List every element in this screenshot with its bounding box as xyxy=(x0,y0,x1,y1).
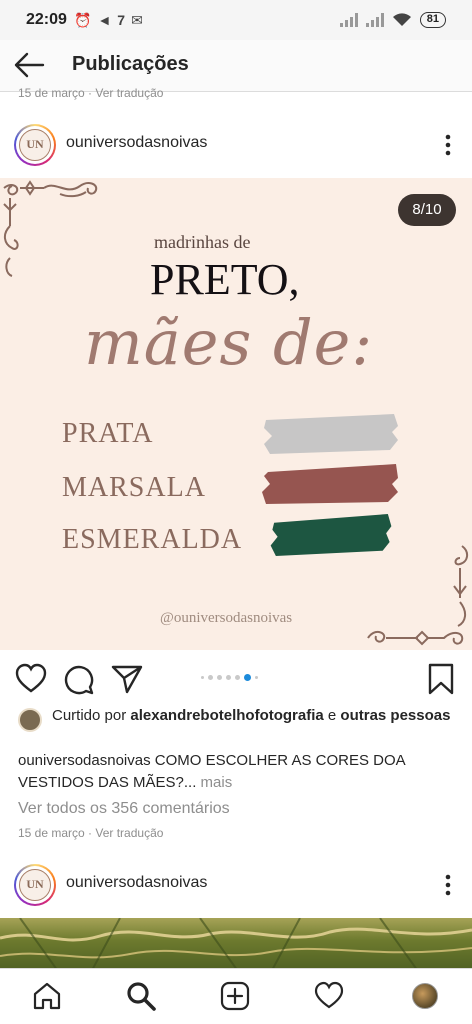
likes-text[interactable]: Curtido por alexandrebotelhofotografia e… xyxy=(52,706,452,726)
post-date: 15 de março · Ver tradução xyxy=(18,826,164,840)
new-post-icon[interactable] xyxy=(220,981,250,1011)
comment-icon[interactable] xyxy=(62,662,96,696)
image-text-line3: mães de: xyxy=(84,306,374,379)
post-header: UN ouniversodasnoivas xyxy=(0,116,472,176)
app-header: Publicações xyxy=(0,40,472,92)
more-options-icon[interactable] xyxy=(442,132,454,158)
swatch-marsala xyxy=(262,464,398,504)
previous-post-date: 15 de março · Ver tradução xyxy=(18,86,164,100)
search-icon[interactable] xyxy=(126,981,156,1011)
status-notification-icons: ⏰ ◄ 7 ✉ xyxy=(74,11,143,29)
image-text-line2: PRETO, xyxy=(150,255,300,304)
image-text-line1: madrinhas de xyxy=(154,232,251,252)
more-options-icon[interactable] xyxy=(442,872,454,898)
like-heart-icon[interactable] xyxy=(14,662,48,696)
carousel-dot xyxy=(235,675,240,680)
avatar[interactable]: UN xyxy=(14,864,56,906)
bottom-nav xyxy=(0,968,472,1024)
next-post-image[interactable] xyxy=(0,918,472,974)
gmail-icon: ✉ xyxy=(131,12,143,28)
color-label-esmeralda: ESMERALDA xyxy=(62,524,243,555)
post-image[interactable]: 8/10 madrinhas de PRETO, mães de: PRATA … xyxy=(0,178,472,650)
next-post-header: UN ouniversodasnoivas xyxy=(0,856,472,916)
seven-icon: 7 xyxy=(117,12,126,28)
signal-icon xyxy=(339,13,358,27)
post-caption: ouniversodasnoivas COMO ESCOLHER AS CORE… xyxy=(18,750,458,794)
signal-icon xyxy=(365,13,384,27)
post-username[interactable]: ouniversodasnoivas xyxy=(66,134,207,152)
carousel-dots xyxy=(201,674,258,681)
image-handle-text: @ouniversodasnoivas xyxy=(160,610,293,626)
telegram-icon: ◄ xyxy=(97,12,112,28)
alarm-icon: ⏰ xyxy=(74,12,92,28)
share-send-icon[interactable] xyxy=(110,662,144,696)
profile-avatar[interactable] xyxy=(412,983,438,1009)
likes-others: outras pessoas xyxy=(340,707,451,724)
carousel-dot xyxy=(208,675,213,680)
color-label-prata: PRATA xyxy=(62,418,154,449)
liker-avatar[interactable] xyxy=(18,708,42,732)
avatar-initials: UN xyxy=(19,129,51,161)
post-username[interactable]: ouniversodasnoivas xyxy=(66,874,207,892)
carousel-dot xyxy=(217,675,222,680)
activity-heart-icon[interactable] xyxy=(314,981,344,1011)
foliage-texture xyxy=(0,918,472,974)
view-comments-link[interactable]: Ver todos os 356 comentários xyxy=(18,800,230,818)
wifi-icon xyxy=(392,13,411,26)
liker-username: alexandrebotelhofotografia xyxy=(130,707,324,724)
page-title: Publicações xyxy=(72,53,189,75)
carousel-dot xyxy=(255,676,258,679)
swatch-prata xyxy=(264,414,398,454)
swatch-esmeralda xyxy=(270,514,392,556)
save-bookmark-icon[interactable] xyxy=(424,662,458,696)
home-icon[interactable] xyxy=(32,981,62,1011)
post-actions xyxy=(0,656,472,702)
avatar[interactable]: UN xyxy=(14,124,56,166)
avatar-initials: UN xyxy=(19,869,51,901)
caption-more-link[interactable]: mais xyxy=(196,774,233,791)
carousel-counter-badge: 8/10 xyxy=(398,194,456,226)
carousel-dot xyxy=(201,676,204,679)
carousel-dot xyxy=(226,675,231,680)
corner-flourish-top-left xyxy=(3,180,98,277)
status-system-icons: 81 xyxy=(339,12,446,28)
status-time: 22:09 xyxy=(26,11,67,28)
color-label-marsala: MARSALA xyxy=(62,472,206,503)
battery-indicator: 81 xyxy=(419,12,446,28)
carousel-dot xyxy=(244,674,251,681)
corner-flourish-bottom-right xyxy=(367,545,468,646)
arrow-left-icon[interactable] xyxy=(12,50,46,80)
caption-username[interactable]: ouniversodasnoivas xyxy=(18,752,151,769)
status-bar: 22:09 ⏰ ◄ 7 ✉ 81 xyxy=(0,0,472,40)
